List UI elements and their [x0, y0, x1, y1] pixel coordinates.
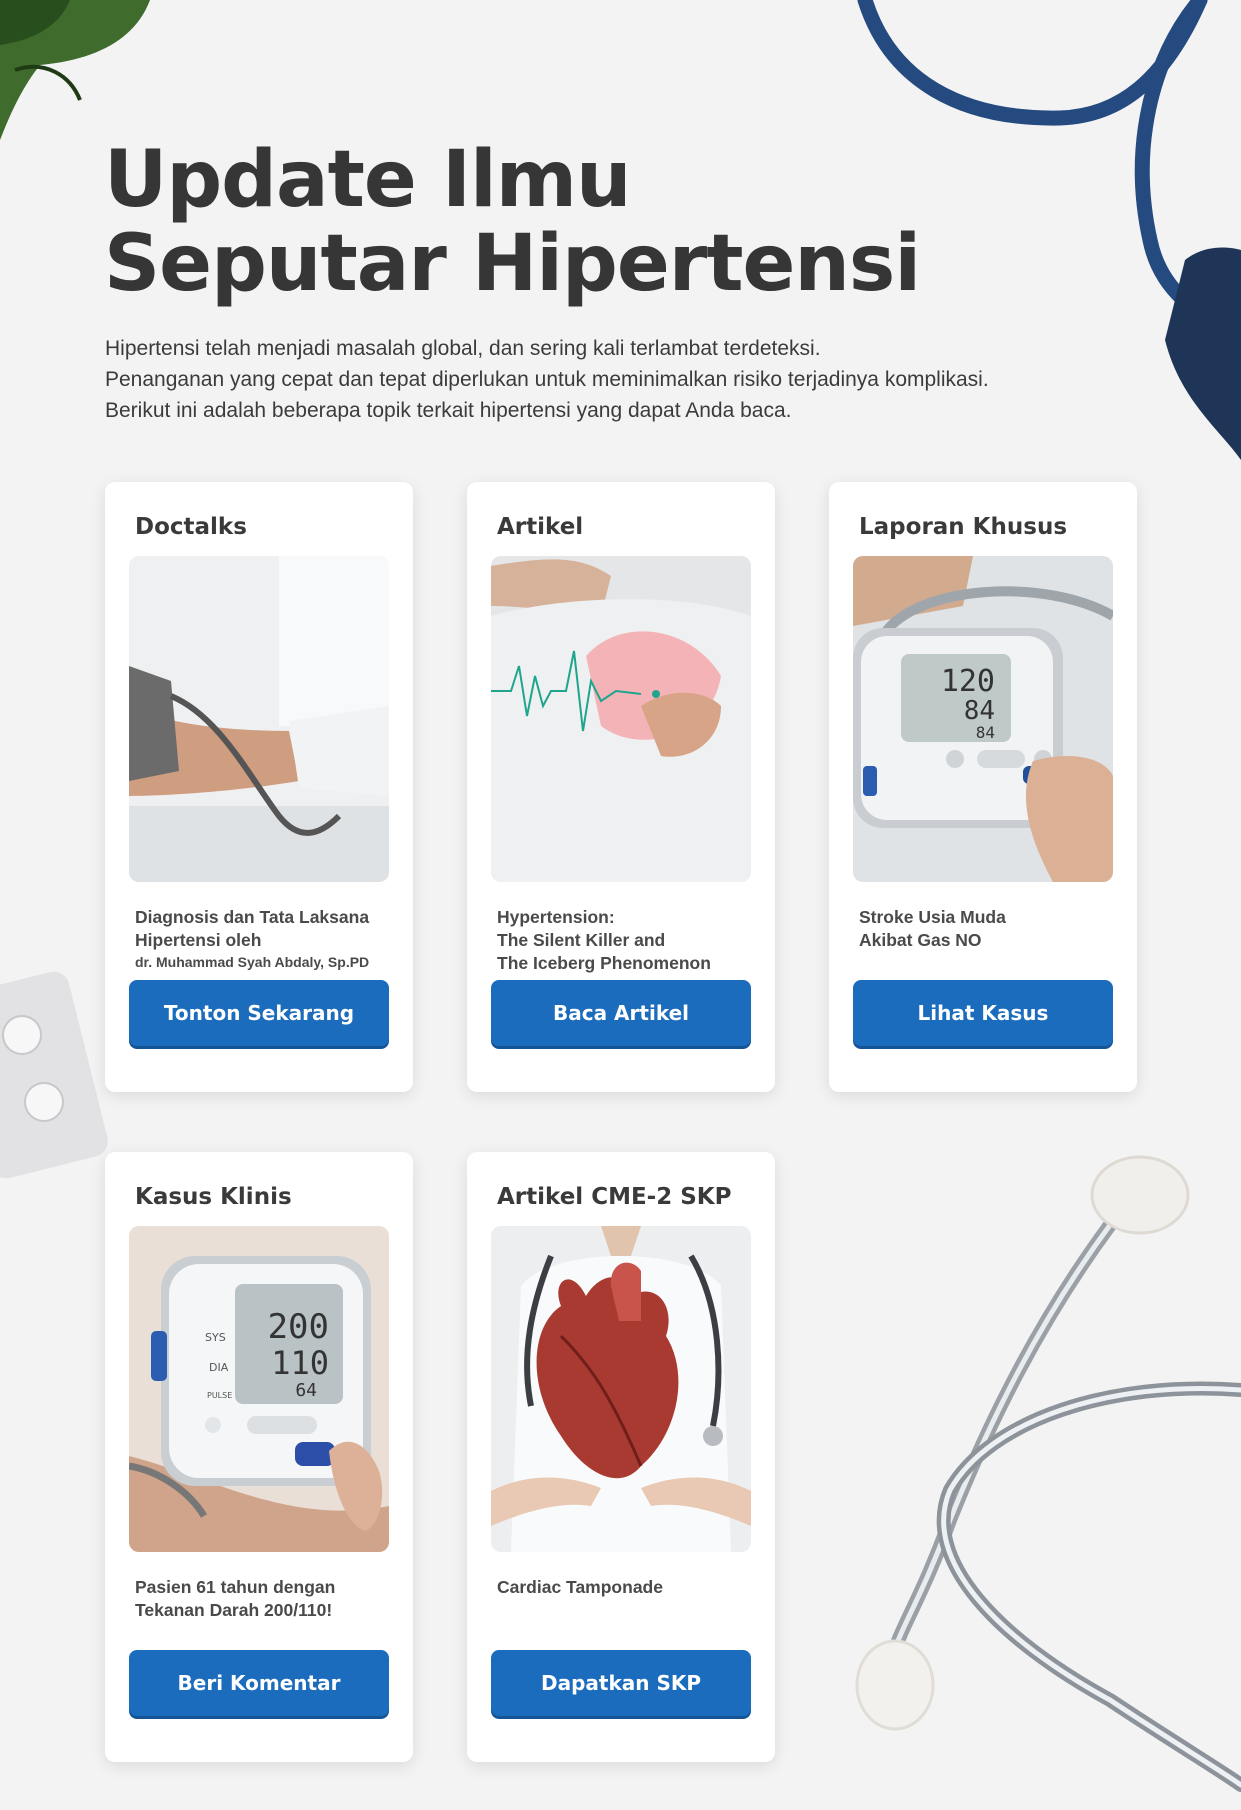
- view-case-button[interactable]: Lihat Kasus: [853, 980, 1113, 1046]
- card-title: Doctalks: [135, 514, 247, 540]
- plant-leaves-decoration: [0, 0, 150, 140]
- card-description: Cardiac Tamponade: [497, 1576, 747, 1599]
- monitor-dia-value: 84: [964, 696, 995, 726]
- desc-line: Hipertensi oleh: [135, 930, 262, 950]
- intro-line: Hipertensi telah menjadi masalah global,…: [105, 337, 821, 360]
- chest-pain-image: [491, 556, 751, 882]
- monitor-sys-label: SYS: [205, 1331, 226, 1344]
- desc-line: Stroke Usia Muda: [859, 907, 1006, 927]
- card-title: Artikel: [497, 514, 584, 540]
- stethoscope-metal-decoration: [855, 1155, 1241, 1792]
- monitor-sys-value: 200: [268, 1307, 329, 1347]
- read-article-button[interactable]: Baca Artikel: [491, 980, 751, 1046]
- desc-line: Pasien 61 tahun dengan: [135, 1577, 336, 1597]
- monitor-pulse-label: PULSE: [207, 1391, 232, 1400]
- blood-pressure-cuff-image: [129, 556, 389, 882]
- card-description: Diagnosis dan Tata Laksana Hipertensi ol…: [135, 906, 385, 972]
- digital-bp-monitor-image: 120 84 84: [853, 556, 1113, 882]
- card-description: Pasien 61 tahun dengan Tekanan Darah 200…: [135, 1576, 385, 1622]
- desc-line: The Iceberg Phenomenon: [497, 953, 711, 973]
- title-line-1: Update Ilmu: [104, 135, 632, 225]
- desc-line: Akibat Gas NO: [859, 930, 982, 950]
- comment-button[interactable]: Beri Komentar: [129, 1650, 389, 1716]
- desc-line: Hypertension:: [497, 907, 615, 927]
- card-description: Stroke Usia Muda Akibat Gas NO: [859, 906, 1109, 952]
- desc-line: Cardiac Tamponade: [497, 1577, 663, 1597]
- card-title: Kasus Klinis: [135, 1184, 292, 1210]
- stethoscope-bag-decoration: [1165, 247, 1241, 460]
- get-skp-button[interactable]: Dapatkan SKP: [491, 1650, 751, 1716]
- monitor-pulse-value: 84: [976, 723, 995, 742]
- intro-line: Penanganan yang cepat dan tepat diperluk…: [105, 368, 989, 391]
- card-laporan-khusus: Laporan Khusus 120 84 84 Stroke Usia Mud…: [829, 482, 1137, 1092]
- bp-monitor-reading-image: SYS DIA PULSE 200 110 64: [129, 1226, 389, 1552]
- desc-line: Tekanan Darah 200/110!: [135, 1600, 333, 1620]
- title-line-2: Seputar Hipertensi: [104, 219, 921, 309]
- monitor-dia-value: 110: [271, 1344, 329, 1382]
- desc-line: The Silent Killer and: [497, 930, 666, 950]
- heart-illustration-image: [491, 1226, 751, 1552]
- card-artikel-cme: Artikel CME-2 SKP Cardiac Tamponade Dapa…: [467, 1152, 775, 1762]
- monitor-pulse-value: 64: [295, 1380, 317, 1401]
- card-title: Artikel CME-2 SKP: [497, 1184, 732, 1210]
- intro-paragraph: Hipertensi telah menjadi masalah global,…: [105, 333, 1105, 426]
- desc-line: Diagnosis dan Tata Laksana: [135, 907, 370, 927]
- speaker-name: dr. Muhammad Syah Abdaly, Sp.PD: [135, 954, 370, 970]
- card-description: Hypertension: The Silent Killer and The …: [497, 906, 747, 975]
- card-title: Laporan Khusus: [859, 514, 1068, 540]
- monitor-dia-label: DIA: [209, 1361, 229, 1374]
- intro-line: Berikut ini adalah beberapa topik terkai…: [105, 399, 792, 422]
- card-kasus-klinis: Kasus Klinis SYS DIA PULSE 200 110 64 Pa…: [105, 1152, 413, 1762]
- card-artikel: Artikel Hypertension: The Silent Killer …: [467, 482, 775, 1092]
- card-doctalks: Doctalks Diagnosis dan Tata Laksana Hipe…: [105, 482, 413, 1092]
- watch-now-button[interactable]: Tonton Sekarang: [129, 980, 389, 1046]
- page-title: Update Ilmu Seputar Hipertensi: [104, 135, 921, 309]
- pill-blister-decoration: [0, 971, 108, 1179]
- monitor-sys-value: 120: [941, 664, 995, 699]
